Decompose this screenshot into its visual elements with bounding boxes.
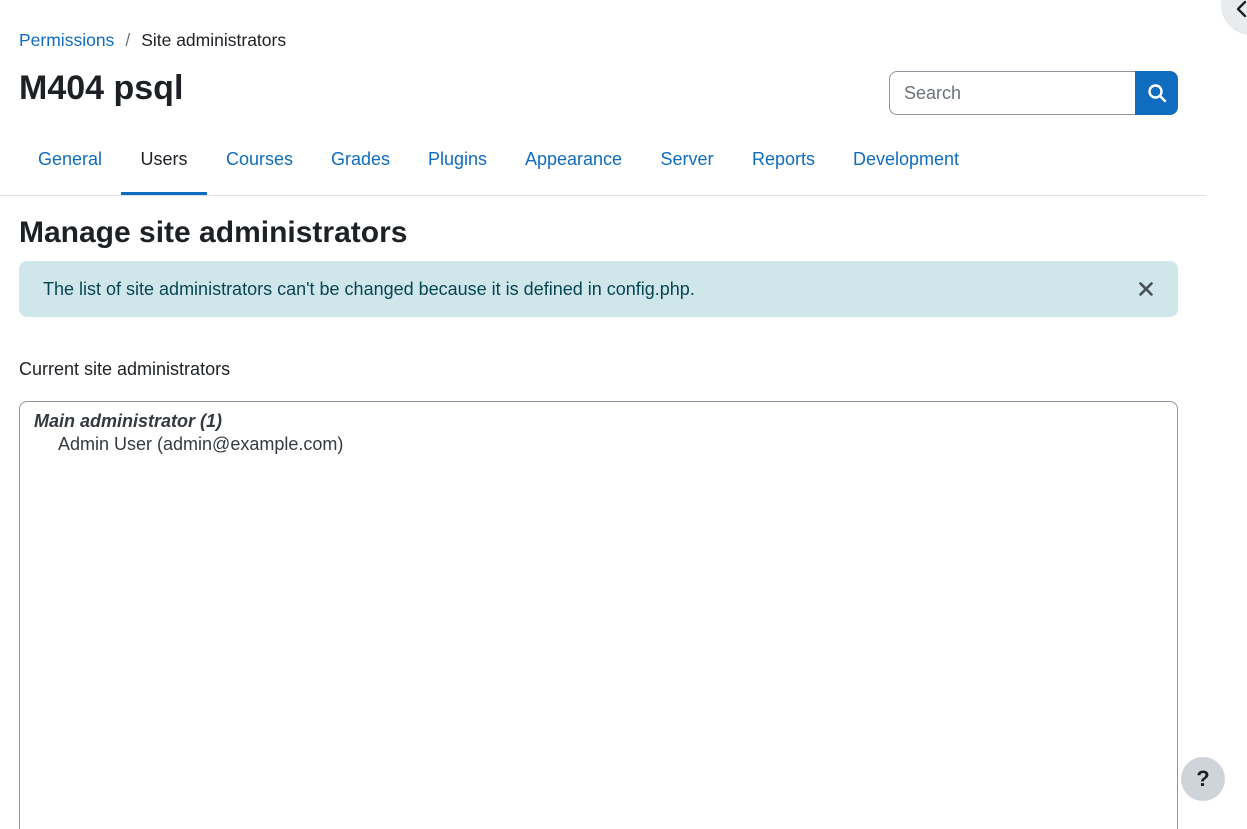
- tab-development[interactable]: Development: [834, 135, 978, 195]
- alert-close-button[interactable]: [1136, 279, 1156, 299]
- drawer-toggle-button[interactable]: [1221, 0, 1247, 35]
- admin-tabs: General Users Courses Grades Plugins App…: [0, 135, 1206, 196]
- search-icon: [1147, 84, 1166, 103]
- section-heading: Manage site administrators: [19, 216, 408, 249]
- search-button[interactable]: [1135, 71, 1178, 115]
- tab-appearance[interactable]: Appearance: [506, 135, 641, 195]
- list-label: Current site administrators: [19, 359, 231, 379]
- tab-plugins[interactable]: Plugins: [409, 135, 506, 195]
- page: Permissions / Site administrators M404 p…: [0, 0, 1247, 829]
- page-title: M404 psql: [19, 69, 184, 107]
- breadcrumb-separator: /: [125, 30, 131, 50]
- tab-users[interactable]: Users: [121, 135, 207, 195]
- close-icon: [1139, 282, 1153, 296]
- tab-grades[interactable]: Grades: [312, 135, 409, 195]
- breadcrumb-current: Site administrators: [141, 30, 287, 50]
- breadcrumb: Permissions / Site administrators: [19, 30, 286, 50]
- help-button[interactable]: ?: [1181, 757, 1225, 801]
- search-input[interactable]: [889, 71, 1135, 115]
- search-form: [889, 71, 1178, 115]
- breadcrumb-link-permissions[interactable]: Permissions: [19, 30, 114, 50]
- alert-message: The list of site administrators can't be…: [43, 279, 695, 299]
- optgroup-label: Main administrator (1): [34, 411, 223, 431]
- tab-reports[interactable]: Reports: [733, 135, 834, 195]
- chevron-left-icon: [1236, 0, 1247, 18]
- info-alert: The list of site administrators can't be…: [19, 261, 1178, 317]
- tab-general[interactable]: General: [19, 135, 121, 195]
- tab-server[interactable]: Server: [641, 135, 733, 195]
- list-item[interactable]: Admin User (admin@example.com): [34, 432, 1163, 456]
- tab-courses[interactable]: Courses: [207, 135, 312, 195]
- admin-listbox[interactable]: Main administrator (1) Admin User (admin…: [19, 401, 1178, 829]
